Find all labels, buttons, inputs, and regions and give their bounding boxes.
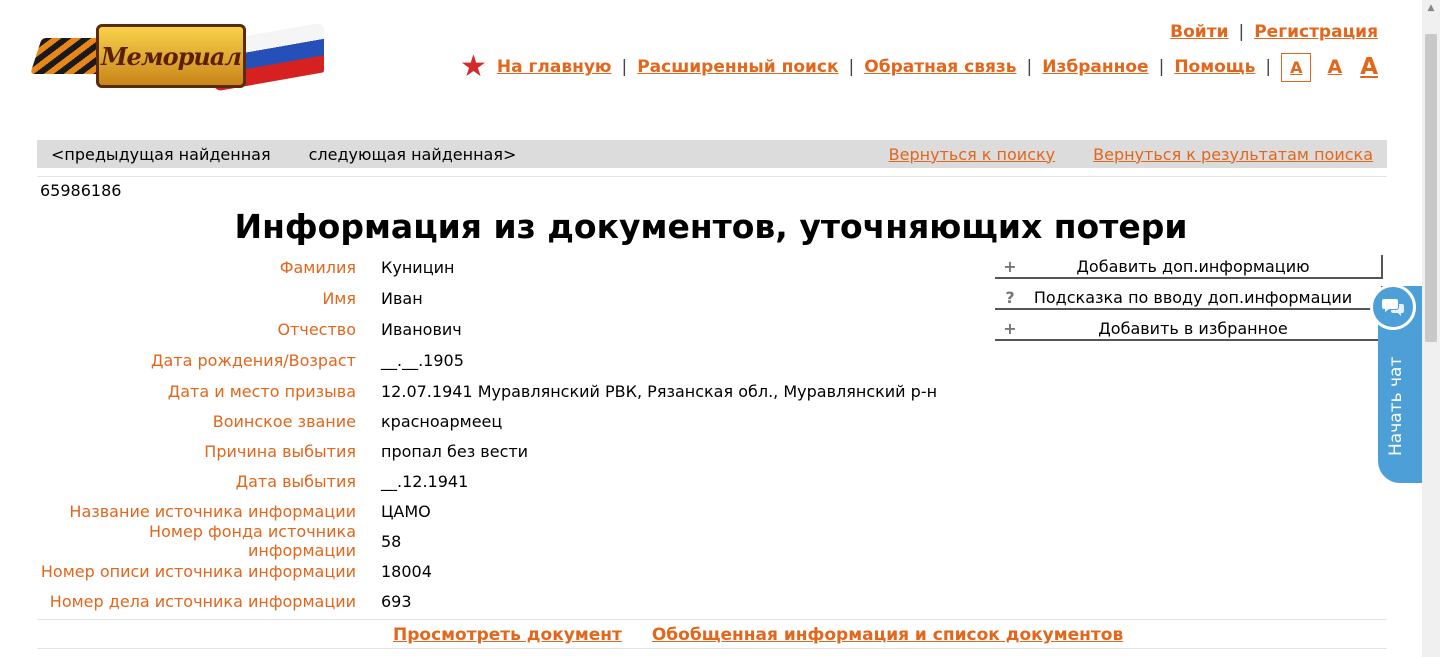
back-to-results-link[interactable]: Вернуться к результатам поиска (1093, 145, 1373, 164)
info-row-birth-date: Дата рождения/Возраст __.__.1905 (37, 345, 987, 376)
field-label: Дата рождения/Возраст (150, 351, 356, 370)
field-value: __.__.1905 (381, 351, 464, 370)
chat-widget[interactable]: Начать чат (1370, 284, 1423, 483)
field-value: пропал без вести (381, 441, 529, 461)
record-navigation-bar: <предыдущая найденная следующая найденна… (37, 140, 1387, 168)
field-label: Дата и место призыва (167, 381, 356, 401)
info-row-name: Имя Иван (37, 283, 987, 314)
nav-advanced-search[interactable]: Расширенный поиск (637, 57, 838, 77)
info-row-patronymic: Отчество Иванович (37, 314, 987, 345)
start-chat-label: Начать чат (1386, 356, 1406, 456)
field-value: красноармеец (381, 411, 503, 431)
next-found-link[interactable]: следующая найденная> (309, 145, 517, 164)
font-size-small-button[interactable]: А (1281, 52, 1312, 82)
nav-help[interactable]: Помощь (1174, 57, 1255, 77)
nav-favorites[interactable]: Избранное (1042, 57, 1148, 77)
field-label: Номер фонда источника информации (149, 522, 356, 560)
separator: | (621, 57, 628, 77)
prev-found-link[interactable]: <предыдущая найденная (51, 145, 271, 164)
add-to-favorites-button[interactable]: + Добавить в избранное (995, 317, 1383, 341)
back-to-search-link[interactable]: Вернуться к поиску (889, 145, 1056, 164)
info-row-fond: Номер фонда источника информации 58 (37, 522, 987, 560)
chat-bubble-icon (1370, 284, 1416, 330)
add-info-label: Добавить доп.информацию (1076, 256, 1310, 276)
separator: | (1238, 22, 1245, 42)
field-label: Дата выбытия (235, 471, 356, 491)
field-value: 12.07.1941 Муравлянский РВК, Рязанская о… (381, 381, 938, 401)
input-hint-label: Подсказка по вводу доп.информации (1033, 287, 1353, 307)
field-value: 18004 (381, 561, 432, 581)
plus-icon: + (1003, 318, 1017, 338)
chat-icon (1382, 299, 1404, 316)
field-value: Иванович (381, 320, 462, 339)
field-value: 693 (381, 591, 412, 611)
plus-icon: + (1003, 256, 1017, 276)
divider (37, 619, 1387, 620)
info-row-delo: Номер дела источника информации 693 (37, 586, 987, 616)
record-id: 65986186 (40, 181, 122, 200)
top-navigation: ★ На главную | Расширенный поиск | Обрат… (460, 52, 1378, 82)
input-hint-button[interactable]: ? Подсказка по вводу доп.информации (995, 286, 1383, 310)
field-label: Причина выбытия (204, 441, 356, 461)
register-link[interactable]: Регистрация (1254, 22, 1378, 42)
scrollbar-thumb[interactable] (1425, 34, 1437, 342)
field-label: Номер дела источника информации (49, 591, 356, 611)
info-row-opis: Номер описи источника информации 18004 (37, 556, 987, 586)
record-actions: + Добавить доп.информацию ? Подсказка по… (995, 255, 1383, 348)
separator: | (1158, 57, 1165, 77)
auth-links: Войти | Регистрация (1170, 22, 1378, 42)
field-value: Куницин (381, 258, 455, 277)
view-document-link[interactable]: Просмотреть документ (393, 625, 622, 645)
scroll-up-icon[interactable]: ▲ (1422, 0, 1440, 17)
add-to-favorites-label: Добавить в избранное (1098, 318, 1288, 338)
document-links: Просмотреть документ Обобщенная информаци… (393, 625, 1123, 645)
separator: | (848, 57, 855, 77)
field-label: Отчество (277, 320, 356, 339)
add-info-button[interactable]: + Добавить доп.информацию (995, 255, 1383, 279)
separator: | (1265, 57, 1272, 77)
separator: | (1026, 57, 1033, 77)
field-value: ЦАМО (381, 501, 431, 521)
info-row-rank: Воинское звание красноармеец (37, 406, 987, 436)
info-row-loss-reason: Причина выбытия пропал без вести (37, 436, 987, 466)
page-scrollbar[interactable]: ▲ (1422, 0, 1440, 657)
nav-feedback[interactable]: Обратная связь (864, 57, 1016, 77)
field-value: 58 (381, 531, 402, 551)
field-label: Фамилия (279, 258, 356, 277)
field-label: Имя (322, 289, 356, 308)
font-size-medium-button[interactable]: А (1327, 56, 1342, 78)
logo-text: Мемориал (96, 24, 246, 88)
divider (37, 176, 1387, 177)
info-row-loss-date: Дата выбытия __.12.1941 (37, 466, 987, 496)
field-value: Иван (381, 289, 423, 308)
page-title: Информация из документов, уточняющих пот… (234, 207, 1188, 246)
info-row-surname: Фамилия Куницин (37, 252, 987, 283)
field-label: Воинское звание (212, 411, 356, 431)
summary-link[interactable]: Обобщенная информация и список документо… (652, 625, 1123, 645)
site-logo[interactable]: Мемориал (30, 16, 324, 94)
info-row-draft: Дата и место призыва 12.07.1941 Муравлянс… (37, 376, 987, 406)
question-icon: ? (1005, 287, 1015, 307)
divider (37, 648, 1387, 649)
login-link[interactable]: Войти (1170, 22, 1228, 42)
red-star-icon: ★ (460, 49, 487, 84)
font-size-large-button[interactable]: А (1360, 54, 1378, 80)
field-value: __.12.1941 (381, 471, 469, 491)
info-table: Фамилия Куницин Имя Иван Отчество Иванович … (37, 252, 987, 616)
nav-home[interactable]: На главную (497, 57, 612, 77)
field-label: Название источника информации (69, 501, 356, 521)
field-label: Номер описи источника информации (40, 561, 356, 581)
